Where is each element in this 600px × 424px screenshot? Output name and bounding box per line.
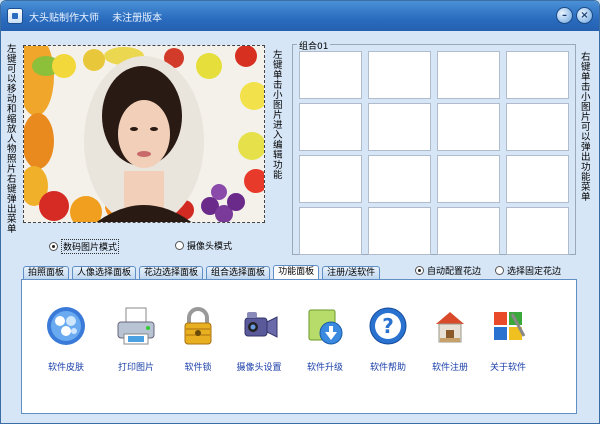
skin-label: 软件皮肤 — [47, 363, 84, 373]
app-icon[interactable] — [7, 8, 23, 24]
app-title: 大头贴制作大师 — [29, 13, 99, 24]
camera-mode-radio[interactable]: 摄像头模式 — [175, 239, 232, 252]
photo-preview[interactable] — [23, 45, 265, 223]
thumbnail-slot[interactable] — [506, 103, 569, 151]
tab-frame[interactable]: 花边选择面板 — [139, 266, 204, 280]
thumbnail-slot[interactable] — [437, 207, 500, 255]
radio-empty-icon — [495, 266, 504, 275]
skin-button[interactable]: 软件皮肤 — [34, 306, 98, 373]
thumbnail-slot[interactable] — [299, 207, 362, 255]
lock-label: 软件锁 — [184, 363, 212, 373]
thumbnail-slot[interactable] — [506, 51, 569, 99]
upgrade-icon — [305, 306, 345, 346]
register-button[interactable]: 软件注册 — [418, 306, 482, 373]
radio-selected-icon — [415, 266, 424, 275]
fruit-frame-photo — [24, 46, 264, 222]
tab-photo[interactable]: 拍照面板 — [23, 266, 70, 280]
register-icon — [430, 306, 470, 346]
digital-mode-label: 数码图片模式 — [61, 239, 120, 254]
fixed-frame-radio[interactable]: 选择固定花边 — [495, 264, 561, 277]
window-title: 大头贴制作大师 未注册版本 — [29, 9, 172, 24]
svg-text:?: ? — [382, 314, 394, 338]
group-right-hint: 右键单击小图片可以弹出功能菜单 — [581, 52, 591, 203]
about-button[interactable]: 关于软件 — [476, 306, 540, 373]
title-bar[interactable]: 大头贴制作大师 未注册版本 – × — [1, 1, 599, 31]
tab-combination[interactable]: 组合选择面板 — [206, 266, 271, 280]
tab-function[interactable]: 功能面板 — [273, 265, 320, 280]
thumbnail-slot[interactable] — [368, 51, 431, 99]
camera-settings-button[interactable]: 摄像头设置 — [227, 306, 291, 373]
combination-group: 组合01 — [292, 39, 576, 255]
help-label: 软件帮助 — [369, 363, 406, 373]
thumbnail-grid — [299, 51, 569, 255]
help-icon: ? — [368, 306, 408, 346]
about-label: 关于软件 — [489, 363, 526, 373]
panel-tabs: 拍照面板 人像选择面板 花边选择面板 组合选择面板 功能面板 注册/送软件 — [23, 265, 383, 280]
function-panel: 软件皮肤 打印图片 软件锁 摄像头设置 软件升级 ? 软件帮助 软件注册 关于软… — [21, 279, 577, 414]
thumbnail-slot[interactable] — [368, 103, 431, 151]
thumbnail-slot[interactable] — [506, 207, 569, 255]
camera-icon — [239, 306, 279, 346]
version-label: 未注册版本 — [112, 13, 163, 24]
app-window: 大头贴制作大师 未注册版本 – × 左键可以移动和缩放人物照片右键弹出菜单 左键… — [0, 0, 600, 424]
skin-icon — [46, 306, 86, 346]
lock-button[interactable]: 软件锁 — [166, 306, 230, 373]
thumbnail-slot[interactable] — [437, 155, 500, 203]
fixed-frame-label: 选择固定花边 — [507, 267, 562, 277]
minimize-button[interactable]: – — [556, 7, 573, 24]
thumbnail-slot[interactable] — [299, 51, 362, 99]
radio-empty-icon — [175, 241, 184, 250]
about-icon — [488, 306, 528, 346]
photo-right-hint: 左键单击小图片进入编辑功能 — [273, 50, 283, 181]
camera-settings-label: 摄像头设置 — [236, 363, 282, 373]
thumbnail-slot[interactable] — [437, 103, 500, 151]
close-button[interactable]: × — [576, 7, 593, 24]
thumbnail-slot[interactable] — [437, 51, 500, 99]
thumbnail-slot[interactable] — [506, 155, 569, 203]
printer-icon — [116, 306, 156, 346]
tab-register[interactable]: 注册/送软件 — [322, 266, 381, 280]
photo-left-hint: 左键可以移动和缩放人物照片右键弹出菜单 — [7, 44, 17, 235]
auto-frame-radio[interactable]: 自动配置花边 — [415, 264, 481, 277]
upgrade-button[interactable]: 软件升级 — [293, 306, 357, 373]
register-label: 软件注册 — [431, 363, 468, 373]
thumbnail-slot[interactable] — [299, 155, 362, 203]
upgrade-label: 软件升级 — [306, 363, 343, 373]
thumbnail-slot[interactable] — [368, 207, 431, 255]
print-button[interactable]: 打印图片 — [104, 306, 168, 373]
digital-mode-radio[interactable]: 数码图片模式 — [49, 239, 120, 254]
help-button[interactable]: ? 软件帮助 — [356, 306, 420, 373]
thumbnail-slot[interactable] — [368, 155, 431, 203]
radio-selected-icon — [49, 242, 58, 251]
tab-portrait[interactable]: 人像选择面板 — [72, 266, 137, 280]
auto-frame-label: 自动配置花边 — [427, 267, 482, 277]
thumbnail-slot[interactable] — [299, 103, 362, 151]
print-label: 打印图片 — [117, 363, 154, 373]
padlock-icon — [178, 306, 218, 346]
camera-mode-label: 摄像头模式 — [187, 242, 233, 252]
